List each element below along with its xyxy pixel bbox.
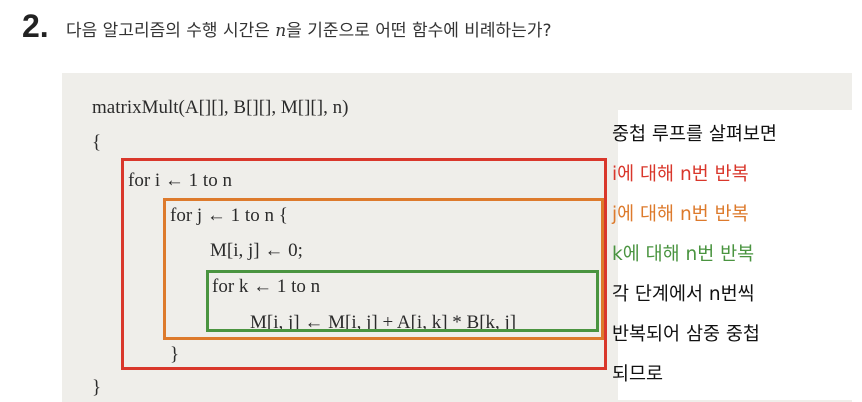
annotation-intro: 중첩 루프를 살펴보면	[612, 124, 777, 145]
question-text-after: 을 기준으로 어떤 함수에 비례하는가?	[286, 21, 552, 41]
annotation-triple-nest: 반복되어 삼중 중첩	[612, 324, 760, 345]
annotation-loop-j: j에 대해 n번 반복	[612, 204, 749, 225]
annotation-therefore: 되므로	[612, 364, 664, 385]
code-line-close-brace: }	[92, 377, 102, 398]
annotation-each-step: 각 단계에서 n번씩	[612, 284, 755, 305]
question-text: 다음 알고리즘의 수행 시간은 n을 기준으로 어떤 함수에 비례하는가?	[66, 16, 552, 41]
question-variable: n	[275, 21, 287, 41]
question-number: 2.	[22, 8, 49, 44]
code-line-signature: matrixMult(A[][], B[][], M[][], n)	[92, 97, 349, 118]
annotation-loop-k: k에 대해 n번 반복	[612, 244, 755, 265]
loop-k-highlight-box	[206, 270, 599, 332]
question-text-before: 다음 알고리즘의 수행 시간은	[66, 21, 276, 41]
code-line-open-brace: {	[92, 132, 102, 153]
annotation-loop-i: i에 대해 n번 반복	[612, 164, 749, 185]
